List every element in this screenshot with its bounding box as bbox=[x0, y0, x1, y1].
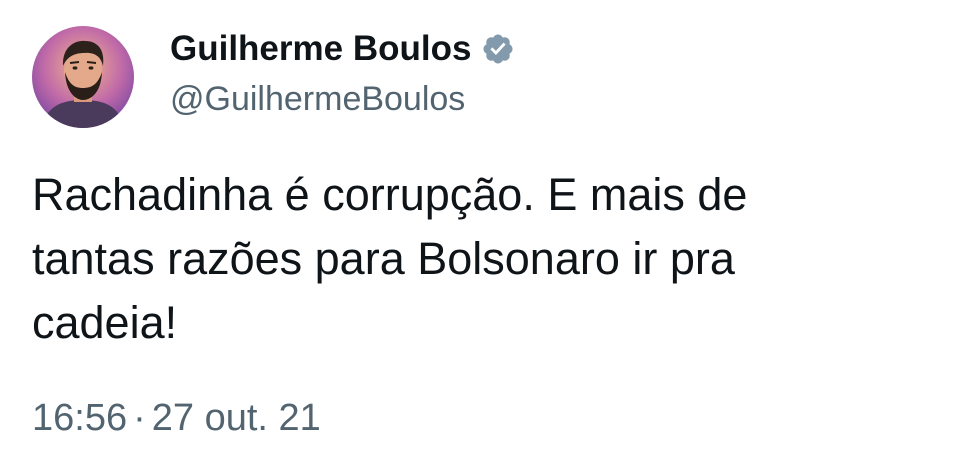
tweet-text-line: tantas razões para Bolsonaro ir pra bbox=[32, 233, 735, 284]
avatar[interactable] bbox=[32, 26, 134, 128]
display-name[interactable]: Guilherme Boulos bbox=[170, 29, 471, 69]
tweet-timestamp[interactable]: 16:56 · 27 out. 21 bbox=[32, 397, 321, 440]
avatar-portrait-image bbox=[32, 26, 134, 128]
meta-separator: · bbox=[133, 397, 146, 439]
user-handle[interactable]: @GuilhermeBoulos bbox=[170, 80, 515, 119]
tweet-card: Guilherme Boulos @GuilhermeBoulos Rachad… bbox=[0, 0, 956, 470]
tweet-text-line: cadeia! bbox=[32, 297, 178, 348]
verified-badge-icon bbox=[481, 32, 515, 66]
tweet-text-line: Rachadinha é corrupção. E mais de bbox=[32, 169, 748, 220]
tweet-text: Rachadinha é corrupção. E mais de tantas… bbox=[32, 163, 912, 355]
tweet-date: 27 out. 21 bbox=[151, 397, 321, 439]
tweet-header: Guilherme Boulos @GuilhermeBoulos bbox=[170, 26, 515, 119]
name-row: Guilherme Boulos bbox=[170, 26, 515, 72]
tweet-time: 16:56 bbox=[32, 397, 128, 439]
